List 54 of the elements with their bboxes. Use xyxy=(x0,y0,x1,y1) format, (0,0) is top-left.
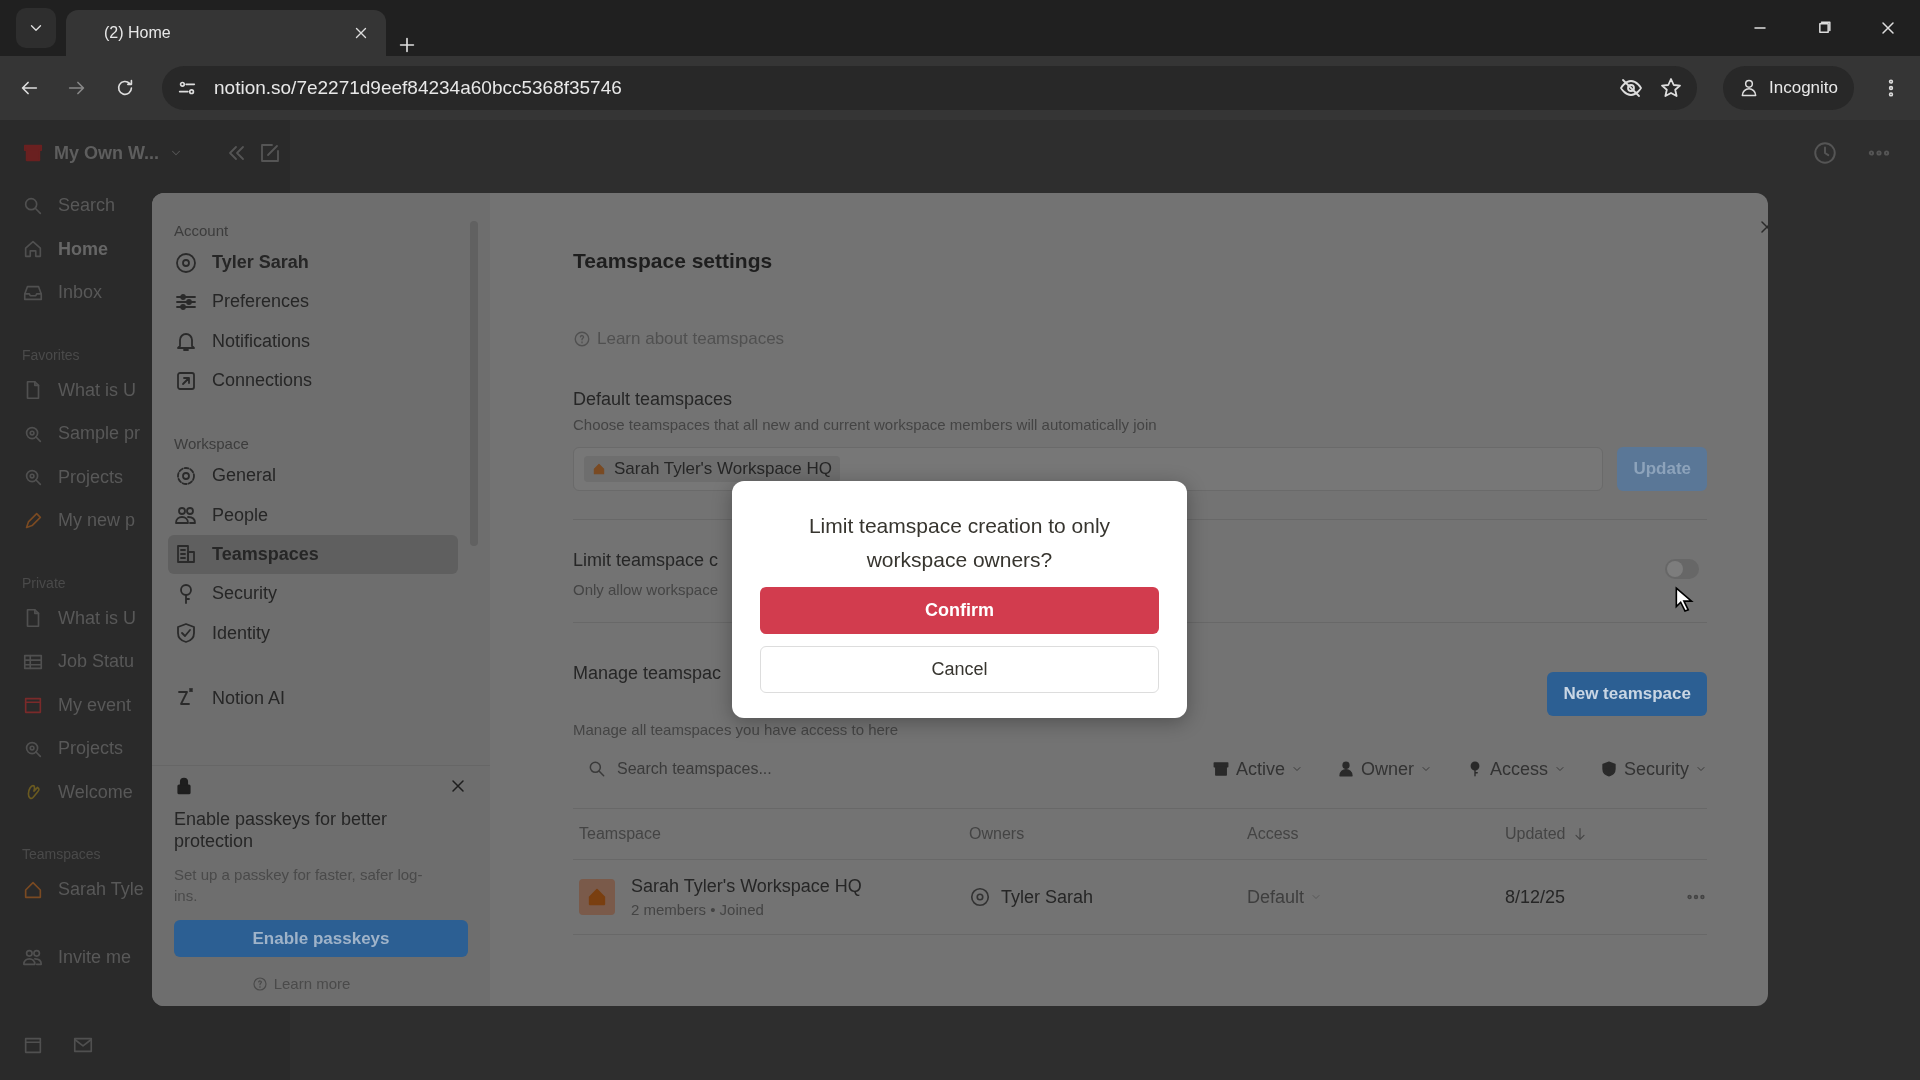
cancel-button[interactable]: Cancel xyxy=(760,646,1159,693)
settings-nav-item[interactable]: Preferences xyxy=(168,282,458,322)
tab-title: (2) Home xyxy=(104,24,172,42)
shield-check-icon xyxy=(174,621,198,645)
new-teamspace-button[interactable]: New teamspace xyxy=(1547,671,1707,716)
card-title: Enable passkeys for better protection xyxy=(174,808,389,852)
url-text: notion.so/7e2271d9eef84234a60bcc5368f35746 xyxy=(214,77,623,99)
filter-button[interactable]: Owner xyxy=(1336,758,1432,780)
confirm-button[interactable]: Confirm xyxy=(760,587,1159,634)
section-title: Limit teamspace c xyxy=(573,550,719,571)
avatar-icon xyxy=(174,250,198,275)
updated-date: 8/12/25 xyxy=(1505,886,1567,908)
search-field[interactable]: Search teamspaces... xyxy=(573,759,1178,779)
filter-button[interactable]: Security xyxy=(1599,758,1707,780)
filter-button[interactable]: Active xyxy=(1211,758,1303,780)
search-icon xyxy=(587,759,607,779)
sidebar-item[interactable]: Home xyxy=(22,227,108,271)
incognito-icon xyxy=(1739,78,1759,98)
settings-nav-item[interactable]: Notion AI xyxy=(168,678,458,718)
house-icon xyxy=(579,879,615,915)
settings-nav-item[interactable]: Tyler Sarah xyxy=(168,243,458,283)
address-bar[interactable]: notion.so/7e2271d9eef84234a60bcc5368f35746 xyxy=(162,66,1697,110)
history-icon[interactable] xyxy=(1812,140,1838,166)
section-title: Manage teamspac xyxy=(573,663,723,684)
star-icon[interactable] xyxy=(1659,76,1683,100)
filter-button[interactable]: Access xyxy=(1465,758,1566,780)
archive-icon xyxy=(1211,760,1230,778)
settings-nav-item[interactable]: Notifications xyxy=(168,321,458,361)
workspace-icon xyxy=(22,142,44,164)
settings-title: Teamspace settings xyxy=(573,248,774,274)
avatar-icon xyxy=(969,886,991,908)
dialog-title: Limit teamspace creation to only workspace owners? xyxy=(807,513,1112,573)
new-page-icon[interactable] xyxy=(258,141,282,165)
settings-nav-item[interactable]: People xyxy=(168,495,458,535)
teamspace-field[interactable]: Sarah Tyler's Workspace HQ xyxy=(573,447,1604,491)
browser-tab[interactable]: (2) Home xyxy=(66,10,386,56)
owner-name: Tyler Sarah xyxy=(1001,886,1094,908)
settings-nav-item[interactable]: Security xyxy=(168,574,458,614)
person-icon xyxy=(1336,760,1355,778)
settings-nav-item[interactable]: General xyxy=(168,456,458,496)
incognito-button[interactable]: Incognito xyxy=(1723,66,1854,110)
eye-off-icon[interactable] xyxy=(1619,76,1643,100)
shield-check-icon xyxy=(1599,760,1618,778)
settings-nav-item[interactable]: Teamspaces xyxy=(168,534,458,575)
section-title: Default teamspaces xyxy=(573,389,734,410)
enable-passkeys-button[interactable]: Enable passkeys xyxy=(174,920,468,957)
settings-nav-item[interactable]: Identity xyxy=(168,613,458,653)
teamspace-name[interactable]: Sarah Tyler's Workspace HQ xyxy=(631,876,862,897)
house-icon xyxy=(592,462,606,476)
lock-icon xyxy=(174,776,194,796)
help-icon xyxy=(251,975,268,992)
teamspace-chip[interactable]: Sarah Tyler's Workspace HQ xyxy=(584,456,841,482)
settings-nav-item[interactable]: Connections xyxy=(168,360,458,401)
help-icon xyxy=(573,330,591,348)
